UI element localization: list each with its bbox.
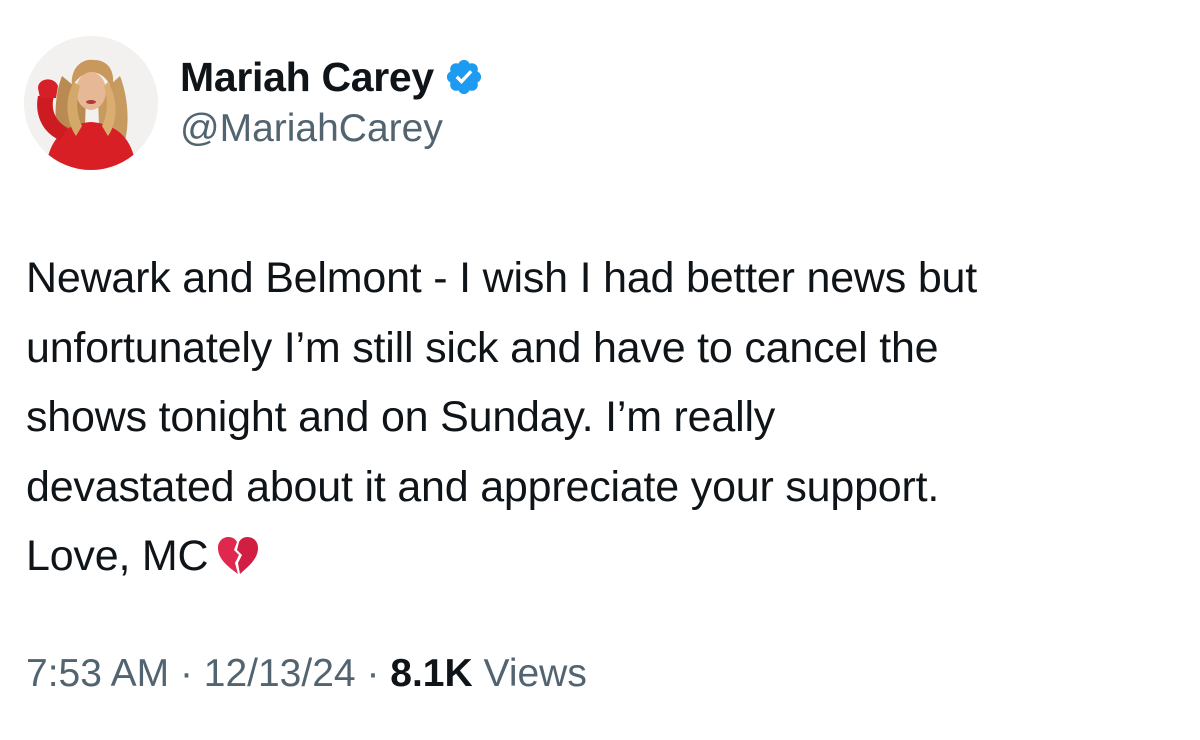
tweet-date[interactable]: 12/13/24	[204, 652, 356, 695]
tweet-header: Mariah Carey @MariahCarey	[24, 36, 484, 170]
meta-separator: ·	[179, 652, 193, 695]
tweet-text: Newark and Belmont - I wish I had better…	[26, 244, 1186, 592]
broken-heart-icon	[216, 530, 260, 574]
tweet-line: Newark and Belmont - I wish I had better…	[26, 254, 978, 302]
views-label: Views	[483, 652, 587, 695]
tweet-line: devastated about it and appreciate your …	[26, 462, 940, 511]
tweet-time[interactable]: 7:53 AM	[26, 652, 169, 695]
tweet-line-last: Love, MC	[26, 522, 1186, 592]
tweet-line: unfortunately I’m still sick and have to…	[26, 323, 939, 372]
author-display-name[interactable]: Mariah Carey	[180, 54, 434, 101]
meta-separator: ·	[366, 652, 380, 695]
verified-badge-icon[interactable]	[444, 57, 484, 97]
avatar[interactable]	[24, 36, 158, 170]
tweet-line: shows tonight and on Sunday. I’m really	[26, 393, 776, 441]
views-count[interactable]: 8.1K	[390, 652, 472, 695]
author-names: Mariah Carey @MariahCarey	[180, 49, 484, 151]
author-handle[interactable]: @MariahCarey	[180, 107, 484, 151]
tweet-meta: 7:53 AM · 12/13/24 · 8.1K Views	[26, 652, 587, 696]
name-row: Mariah Carey	[180, 49, 484, 105]
tweet-line: Love, MC	[26, 532, 209, 580]
tweet: Mariah Carey @MariahCarey Newark and Bel…	[0, 0, 1200, 740]
avatar-image	[24, 36, 158, 170]
